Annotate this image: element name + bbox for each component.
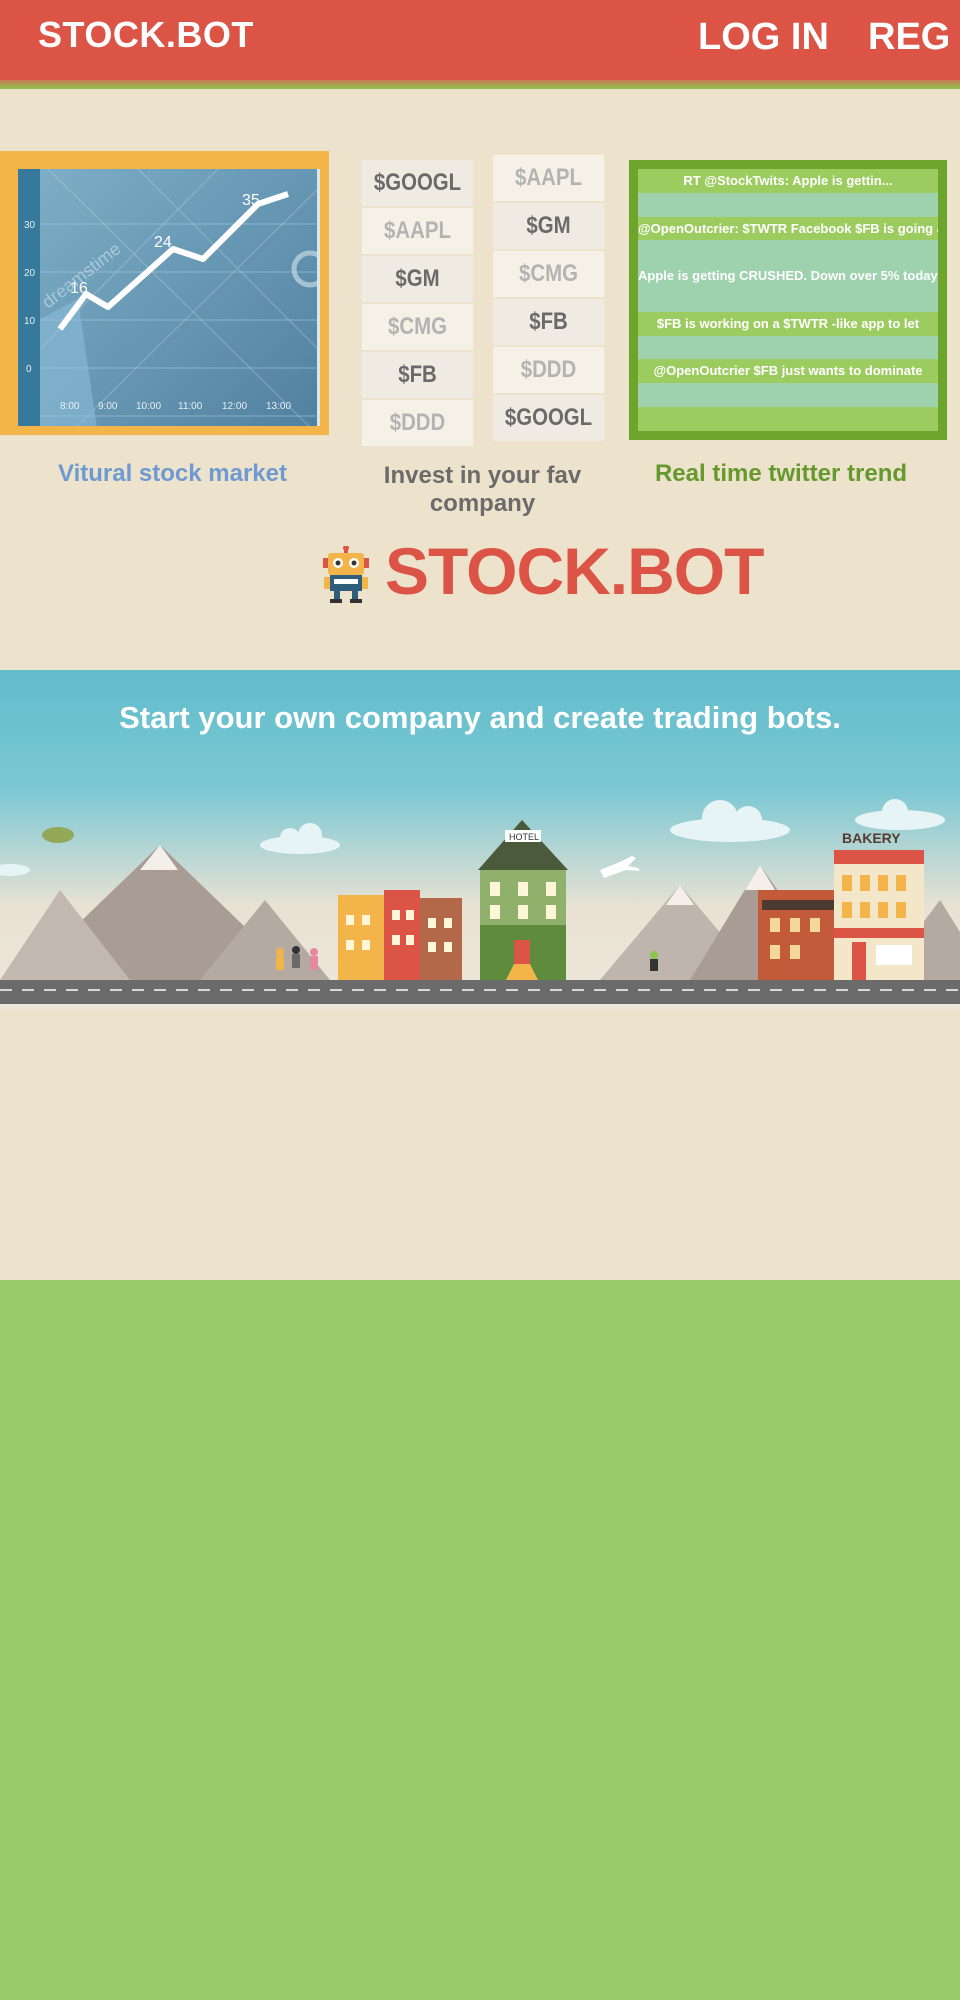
- hotel-building: HOTEL: [478, 820, 568, 980]
- ticker-cell[interactable]: $GM: [361, 256, 474, 302]
- tweet-list: RT @StockTwits: Apple is gettin... @Open…: [638, 169, 938, 431]
- ticker-cell[interactable]: $FB: [492, 299, 605, 345]
- buildings-left: [338, 890, 462, 980]
- feature-caption-twitter: Real time twitter trend: [654, 460, 908, 487]
- brand-logo: STOCK.BOT: [385, 534, 764, 608]
- tweet-row[interactable]: RT @StockTwits: Apple is gettin...: [638, 169, 938, 193]
- chart-frame: [0, 151, 329, 435]
- ticker-cell[interactable]: $GOOGL: [361, 160, 474, 206]
- tweet-row[interactable]: @OpenOutcrier: $TWTR Facebook $FB is goi…: [638, 216, 938, 241]
- header-stripe: [0, 80, 960, 89]
- ticker-cell[interactable]: $GM: [492, 203, 605, 249]
- ticker-cell[interactable]: $CMG: [492, 251, 605, 297]
- tweet-row[interactable]: Apple is getting CRUSHED. Down over 5% t…: [638, 264, 938, 288]
- blimp-icon: [42, 827, 74, 843]
- twitter-trend-card: RT @StockTwits: Apple is gettin... @Open…: [629, 160, 947, 440]
- ticker-cell[interactable]: $CMG: [361, 304, 474, 350]
- ticker-cell[interactable]: $AAPL: [492, 155, 605, 201]
- login-link[interactable]: LOG IN: [698, 16, 829, 59]
- hero-banner: HOTEL BAKERY Start your own company and …: [0, 670, 960, 1010]
- road: [0, 980, 960, 1004]
- feature-caption-tickers: Invest in your fav company: [383, 462, 582, 517]
- tweet-row[interactable]: @OpenOutcrier $FB just wants to dominate: [638, 359, 938, 384]
- feature-caption-chart: Vitural stock market: [58, 460, 287, 487]
- ticker-cell[interactable]: $AAPL: [361, 208, 474, 254]
- ticker-cell[interactable]: $FB: [361, 352, 474, 398]
- ticker-grid: $GOOGL $AAPL $GM $CMG $FB $DDD $AAPL $GM…: [352, 155, 614, 446]
- banner-headline: Start your own company and create tradin…: [119, 700, 841, 735]
- robot-icon: [323, 546, 369, 603]
- header-logo[interactable]: STOCK.BOT: [38, 14, 254, 56]
- people: [276, 946, 658, 971]
- ticker-cell[interactable]: $DDD: [492, 347, 605, 393]
- register-link[interactable]: REG: [868, 16, 950, 59]
- tweet-row[interactable]: $FB is working on a $TWTR -like app to l…: [638, 311, 938, 336]
- buildings-right: BAKERY: [758, 830, 924, 980]
- tweet-row-spacer: [638, 192, 938, 217]
- ticker-cell[interactable]: $DDD: [361, 400, 474, 446]
- tweet-row-spacer: [638, 407, 938, 431]
- hotel-sign: HOTEL: [509, 832, 539, 842]
- tweet-row-spacer: [638, 383, 938, 407]
- bakery-sign: BAKERY: [842, 830, 901, 846]
- ticker-cell[interactable]: $GOOGL: [492, 395, 605, 441]
- tweet-row-spacer: [638, 240, 938, 265]
- top-header: STOCK.BOT LOG IN REG: [0, 0, 960, 80]
- tweet-row-spacer: [638, 335, 938, 360]
- airplane-icon: [600, 856, 640, 878]
- tweet-row-spacer: [638, 288, 938, 312]
